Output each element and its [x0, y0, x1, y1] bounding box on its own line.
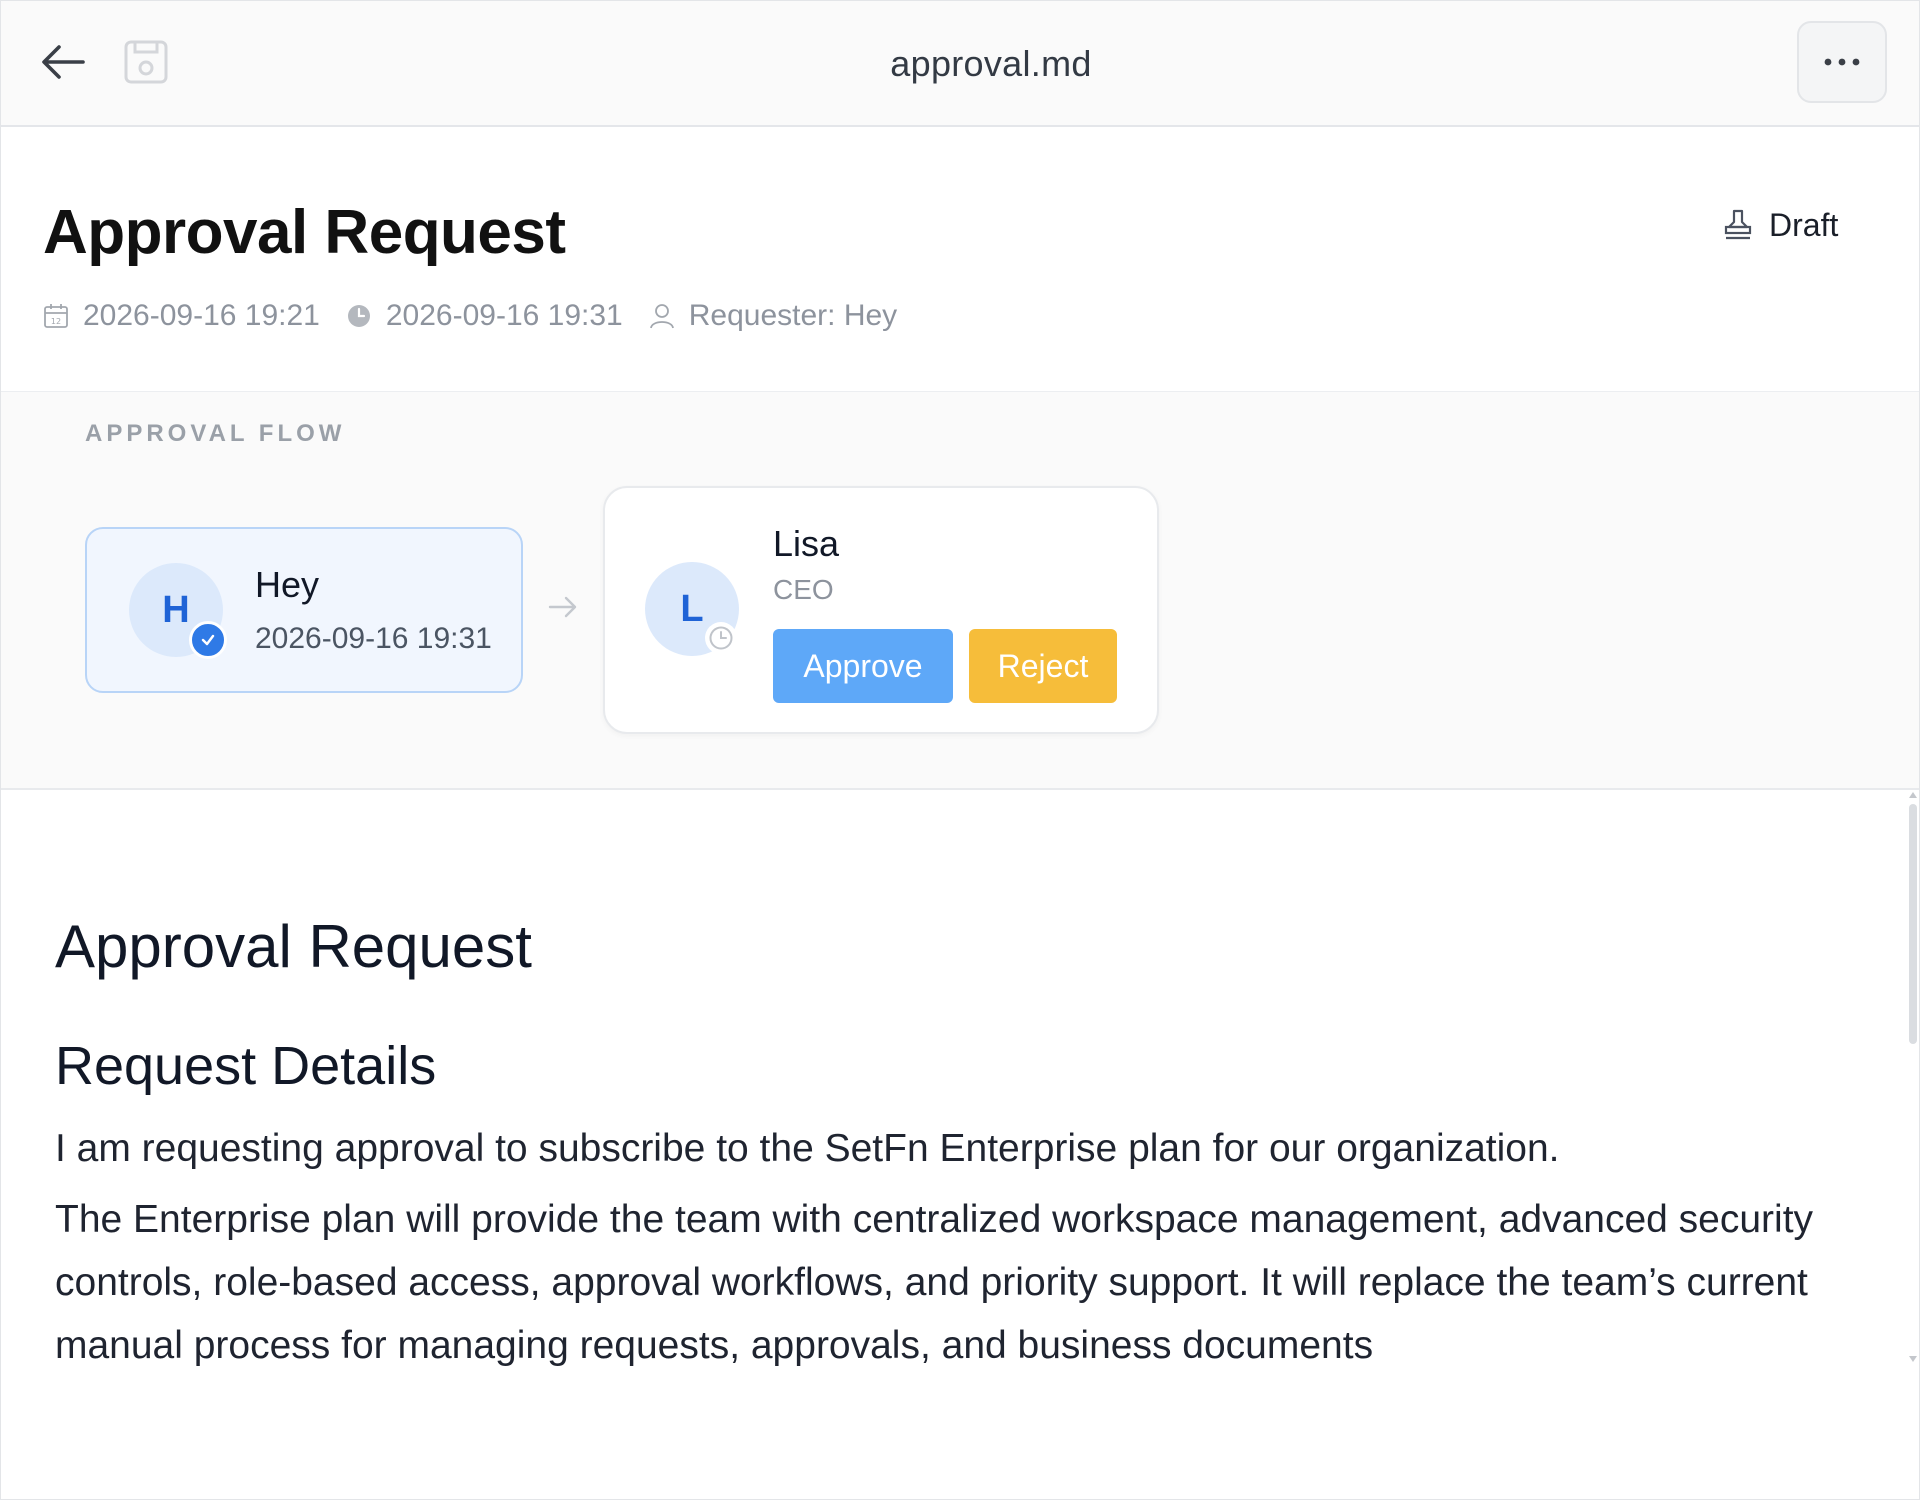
- pending-badge: [705, 622, 737, 654]
- updated-date-text: 2026-09-16 19:31: [385, 299, 623, 332]
- status-label: Draft: [1769, 206, 1839, 243]
- save-disk-icon: [124, 40, 168, 84]
- approval-flow-label: APPROVAL FLOW: [85, 420, 346, 447]
- page-title: Approval Request: [43, 198, 566, 267]
- step-date: 2026-09-16 19:31: [255, 622, 492, 655]
- more-options-button[interactable]: [1797, 21, 1887, 103]
- avatar-initial: H: [162, 588, 190, 631]
- updated-date: 2026-09-16 19:31: [346, 299, 623, 333]
- avatar-initial: L: [680, 587, 704, 630]
- svg-text:12: 12: [51, 317, 61, 326]
- top-bar: approval.md: [1, 1, 1919, 127]
- clock-icon: [347, 305, 370, 327]
- document-header: Approval Request Draft 12 2026-09-16 19:…: [1, 127, 1919, 392]
- content-paragraph: I am requesting approval to subscribe to…: [55, 1127, 1560, 1170]
- created-date: 12 2026-09-16 19:21: [43, 299, 320, 333]
- arrow-left-icon: [42, 45, 85, 79]
- approve-button[interactable]: Approve: [773, 629, 953, 703]
- content-paragraph: The Enterprise plan will provide the tea…: [55, 1198, 1814, 1367]
- step-name: Hey: [255, 564, 320, 605]
- content-heading-2: Request Details: [55, 1036, 437, 1096]
- approval-flow: APPROVAL FLOW H Hey 2026-09-16 19:31 L L…: [1, 392, 1919, 790]
- created-date-text: 2026-09-16 19:21: [83, 299, 320, 332]
- user-icon: [649, 304, 674, 329]
- calendar-icon: 12: [44, 304, 68, 328]
- clock-icon: [709, 626, 733, 650]
- save-button[interactable]: [123, 39, 169, 85]
- stamp-icon: [1724, 209, 1752, 240]
- requester-text: Requester: Hey: [688, 299, 898, 332]
- approved-badge: [189, 621, 227, 659]
- scroll-down-arrow[interactable]: [1909, 1356, 1917, 1362]
- step-role: CEO: [773, 574, 834, 605]
- check-icon: [201, 634, 215, 646]
- document-body[interactable]: Approval Request Request Details I am re…: [1, 790, 1919, 1499]
- approval-step-approved[interactable]: H Hey 2026-09-16 19:31: [85, 527, 523, 693]
- back-button[interactable]: [35, 37, 91, 87]
- requester: Requester: Hey: [649, 299, 897, 333]
- file-title: approval.md: [890, 43, 1092, 84]
- content-heading-1: Approval Request: [55, 913, 532, 980]
- app-window: approval.md Approval Request Draft 12 20…: [0, 0, 1920, 1500]
- meta-row: 12 2026-09-16 19:21 2026-09-16 19:31 Req…: [43, 293, 923, 339]
- reject-button[interactable]: Reject: [969, 629, 1117, 703]
- scrollbar-thumb[interactable]: [1909, 804, 1917, 1044]
- status-badge[interactable]: Draft: [1723, 203, 1838, 247]
- ellipsis-icon: [1824, 58, 1860, 66]
- approval-step-pending: L Lisa CEO Approve Reject: [603, 486, 1159, 734]
- scroll-up-arrow[interactable]: [1909, 792, 1917, 798]
- arrow-right-icon: [548, 596, 577, 618]
- step-name: Lisa: [773, 523, 840, 564]
